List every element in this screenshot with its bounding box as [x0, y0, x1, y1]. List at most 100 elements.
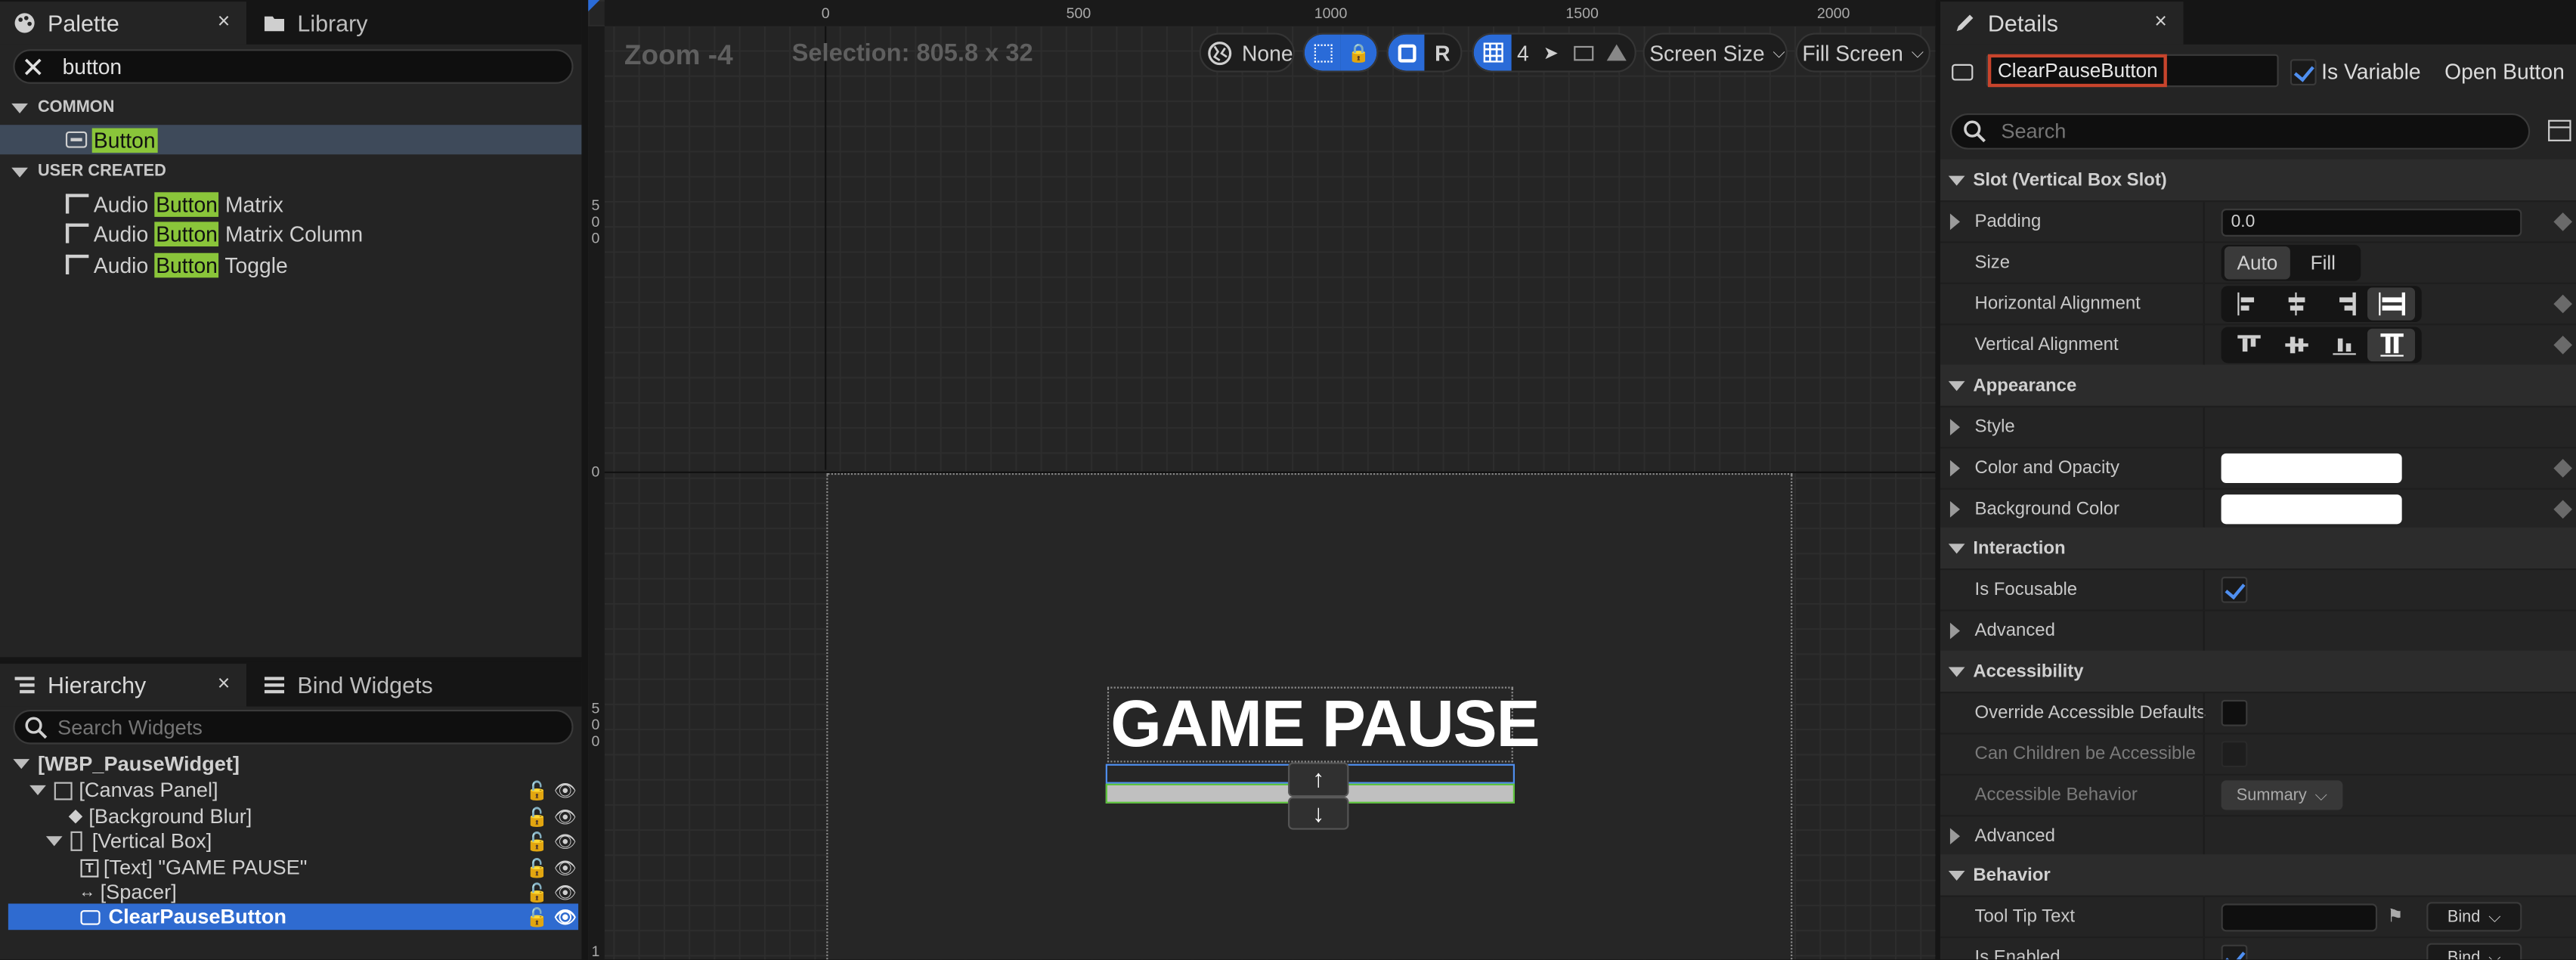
layout-group[interactable]: R: [1386, 33, 1463, 73]
palette-item-audio-button-matrix[interactable]: Audio Button Matrix: [0, 189, 581, 218]
expand-arrow-icon[interactable]: [1949, 213, 1960, 231]
eye-icon[interactable]: 👁: [553, 881, 576, 903]
tab-details[interactable]: Details ×: [1940, 2, 2184, 45]
reset-diamond-icon[interactable]: [2553, 294, 2572, 314]
eye-icon[interactable]: 👁: [553, 806, 576, 827]
vertical-alignment-group[interactable]: [2221, 327, 2422, 364]
respect-locks-button[interactable]: R: [1424, 35, 1460, 71]
align-center-button[interactable]: [2272, 287, 2320, 320]
close-icon[interactable]: ×: [218, 8, 231, 33]
eye-icon[interactable]: 👁: [553, 831, 576, 852]
preview-image-button[interactable]: [1568, 35, 1600, 71]
tab-hierarchy[interactable]: Hierarchy ×: [0, 664, 247, 707]
tree-row-spacer[interactable]: ↔ [Spacer] 🔓 👁: [8, 879, 582, 906]
expand-arrow-icon[interactable]: [1949, 500, 1960, 518]
size-toggle[interactable]: Auto Fill: [2221, 244, 2361, 281]
hierarchy-search-box[interactable]: [13, 709, 574, 745]
reset-diamond-icon[interactable]: [2553, 336, 2572, 355]
clear-search-icon[interactable]: ✕: [21, 53, 45, 85]
tab-library[interactable]: Library: [249, 2, 479, 45]
palette-search-input[interactable]: button: [63, 54, 122, 79]
close-icon[interactable]: ×: [2154, 8, 2167, 33]
expand-arrow-icon[interactable]: [1949, 460, 1960, 477]
align-middle-button[interactable]: [2272, 329, 2320, 361]
override-defaults-checkbox[interactable]: [2221, 699, 2248, 726]
align-bottom-button[interactable]: [2320, 329, 2367, 361]
move-down-button[interactable]: ↓: [1288, 797, 1349, 830]
eye-icon[interactable]: 👁: [553, 779, 576, 801]
tab-palette[interactable]: Palette ×: [0, 2, 247, 45]
is-variable-checkbox[interactable]: [2290, 59, 2317, 86]
lock-icon[interactable]: 🔓: [526, 831, 549, 852]
tab-bind-widgets[interactable]: Bind Widgets: [249, 664, 496, 707]
palette-item-audio-button-matrix-column[interactable]: Audio Button Matrix Column: [0, 218, 581, 248]
horizontal-alignment-group[interactable]: [2221, 286, 2422, 323]
close-icon[interactable]: ×: [218, 670, 231, 695]
align-top-button[interactable]: [2225, 329, 2272, 361]
grid-group[interactable]: 4 ➤: [1472, 33, 1636, 73]
tool-tip-bind-dropdown[interactable]: Bind ⌵: [2426, 902, 2522, 932]
fill-screen-dropdown[interactable]: Fill Screen ⌵: [1795, 33, 1930, 73]
select-mode-button[interactable]: ➤: [1534, 35, 1567, 71]
layout-toggle-button[interactable]: [1388, 34, 1425, 71]
tree-row-background-blur[interactable]: [Background Blur] 🔓 👁: [8, 804, 582, 830]
move-up-button[interactable]: ↑: [1288, 762, 1349, 797]
expand-arrow-icon[interactable]: [1949, 622, 1960, 639]
section-slot[interactable]: Slot (Vertical Box Slot): [1940, 159, 2576, 201]
lock-icon[interactable]: 🔓: [526, 806, 549, 827]
details-search-input[interactable]: [2001, 116, 2494, 147]
game-pause-title[interactable]: GAME PAUSE: [1110, 689, 1540, 763]
widget-name-field[interactable]: ClearPauseButton: [1986, 54, 2279, 88]
eye-icon[interactable]: 👁: [553, 856, 576, 878]
expand-arrow-icon[interactable]: [1949, 828, 1960, 845]
tree-row-clear-pause-button[interactable]: ClearPauseButton 🔓 👁: [8, 903, 579, 931]
palette-item-button[interactable]: Button: [0, 125, 582, 155]
grid-size-value[interactable]: 4: [1512, 35, 1534, 71]
hierarchy-search-input[interactable]: [57, 713, 551, 743]
tree-row-vertical-box[interactable]: [Vertical Box] 🔓 👁: [8, 828, 582, 854]
size-fill-button[interactable]: Fill: [2290, 246, 2356, 279]
safe-zone-button[interactable]: [1600, 35, 1633, 71]
tool-tip-input[interactable]: [2221, 903, 2378, 931]
details-search-box[interactable]: [1949, 113, 2531, 150]
property-matrix-button[interactable]: [2548, 119, 2571, 141]
align-right-button[interactable]: [2320, 287, 2367, 320]
background-color-swatch[interactable]: [2221, 494, 2402, 525]
tree-row-text[interactable]: T [Text] "GAME PAUSE" 🔓 👁: [8, 854, 582, 881]
category-common[interactable]: COMMON: [0, 92, 581, 123]
flag-icon[interactable]: ⚑: [2387, 906, 2403, 927]
is-enabled-bind-dropdown[interactable]: Bind ⌵: [2426, 943, 2522, 960]
align-left-button[interactable]: [2225, 287, 2272, 320]
bounds-group[interactable]: 🔒: [1302, 33, 1379, 73]
reset-diamond-icon[interactable]: [2553, 459, 2572, 478]
tree-row-canvas-panel[interactable]: [Canvas Panel] 🔓 👁: [8, 777, 582, 804]
designer-canvas[interactable]: 0 500 1000 1500 2000 5 0 0 0 5 0 0 1 Zoo…: [588, 0, 1936, 960]
eye-icon[interactable]: 👁: [553, 906, 576, 927]
section-interaction[interactable]: Interaction: [1940, 527, 2576, 569]
section-appearance[interactable]: Appearance: [1940, 364, 2576, 406]
section-behavior[interactable]: Behavior: [1940, 854, 2576, 896]
palette-search-box[interactable]: ✕ button: [13, 49, 574, 85]
localization-preview-group[interactable]: None: [1199, 33, 1295, 73]
category-user-created[interactable]: USER CREATED: [0, 156, 581, 187]
size-auto-button[interactable]: Auto: [2224, 246, 2290, 280]
section-accessibility[interactable]: Accessibility: [1940, 650, 2576, 692]
grid-snap-button[interactable]: [1473, 34, 1512, 71]
screen-size-dropdown[interactable]: Screen Size ⌵: [1643, 33, 1788, 73]
align-fill-button[interactable]: [2367, 287, 2416, 321]
reset-diamond-icon[interactable]: [2553, 500, 2572, 519]
widget-name-input[interactable]: ClearPauseButton: [1987, 54, 2168, 88]
open-button-link[interactable]: Open Button: [2444, 59, 2565, 84]
is-focusable-checkbox[interactable]: [2221, 576, 2248, 603]
color-opacity-swatch[interactable]: [2221, 453, 2402, 484]
show-bounds-button[interactable]: [1304, 34, 1341, 71]
lock-icon[interactable]: 🔓: [526, 779, 549, 801]
palette-item-audio-button-toggle[interactable]: Audio Button Toggle: [0, 249, 581, 279]
align-vfill-button[interactable]: [2367, 328, 2416, 362]
lock-icon[interactable]: 🔓: [526, 881, 549, 903]
expand-arrow-icon[interactable]: [1949, 419, 1960, 435]
tree-row-root[interactable]: [WBP_PauseWidget]: [8, 751, 582, 777]
lock-toggle-button[interactable]: 🔒: [1340, 34, 1377, 71]
is-enabled-checkbox[interactable]: [2221, 944, 2248, 960]
reset-diamond-icon[interactable]: [2553, 212, 2572, 231]
